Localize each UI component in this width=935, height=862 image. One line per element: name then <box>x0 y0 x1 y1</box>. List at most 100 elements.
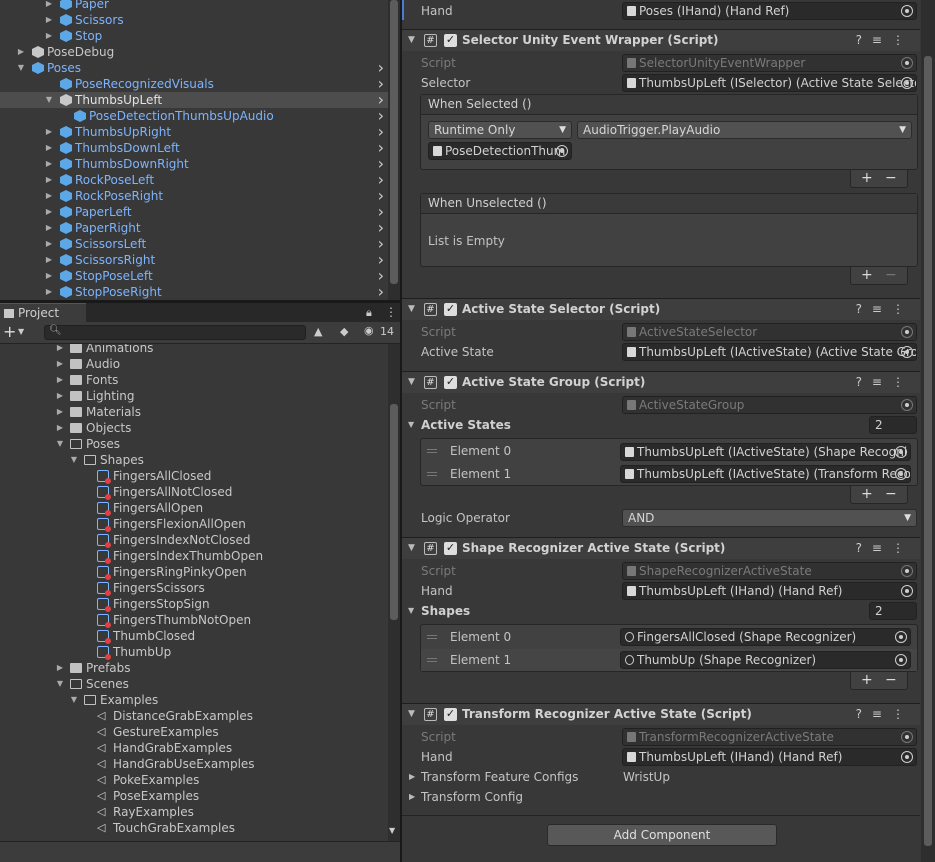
expand-arrow-icon[interactable]: ▶ <box>44 220 54 236</box>
expand-arrow-icon[interactable]: ▶ <box>55 388 65 404</box>
list-item[interactable]: FingersFlexionAllOpen <box>0 516 392 532</box>
fold-arrow-icon[interactable]: ▼ <box>408 30 415 51</box>
expand-arrow-icon[interactable]: ▶ <box>44 172 54 188</box>
hierarchy-scrollbar[interactable] <box>388 0 400 300</box>
active-state-field[interactable]: ThumbsUpLeft (IActiveState) (Active Stat… <box>622 343 917 361</box>
list-item[interactable]: FingersIndexNotClosed <box>0 532 392 548</box>
add-button[interactable]: + <box>861 170 873 186</box>
list-item[interactable]: FingersAllClosed <box>0 468 392 484</box>
enabled-checkbox[interactable]: ✓ <box>444 376 457 389</box>
expand-arrow-icon[interactable]: ▶ <box>44 204 54 220</box>
hierarchy-item[interactable]: ▶ PaperLeft › <box>0 204 400 220</box>
hierarchy-item[interactable]: ▶ RockPoseLeft › <box>0 172 400 188</box>
hand-field[interactable]: ThumbsUpLeft (IHand) (Hand Ref) <box>622 582 917 600</box>
expand-arrow-icon[interactable]: ▶ <box>55 404 65 420</box>
enabled-checkbox[interactable]: ✓ <box>444 542 457 555</box>
expand-arrow-icon[interactable]: ▶ <box>44 252 54 268</box>
expand-arrow-icon[interactable]: ▶ <box>16 44 26 60</box>
object-picker-icon[interactable] <box>895 631 907 643</box>
runtime-dropdown[interactable]: Runtime Only ▼ <box>428 121 572 139</box>
transform-feature-configs-label[interactable]: Transform Feature Configs <box>421 768 578 786</box>
list-item[interactable]: ▶ Audio <box>0 356 392 372</box>
active-states-fold-icon[interactable]: ▼ <box>408 420 414 429</box>
project-tab[interactable]: Project <box>0 303 86 322</box>
expand-arrow-icon[interactable]: ▶ <box>55 420 65 436</box>
hierarchy-item[interactable]: PoseRecognizedVisuals › <box>0 76 400 92</box>
list-item[interactable]: ▼ Examples <box>0 692 392 708</box>
add-button[interactable]: + <box>861 486 873 502</box>
hierarchy-item[interactable]: ▼ ThumbsUpLeft › <box>0 92 400 108</box>
list-item[interactable]: ◁ PokeExamples <box>0 772 392 788</box>
list-item[interactable]: FingersRingPinkyOpen <box>0 564 392 580</box>
list-item[interactable]: ◁ PoseExamples <box>0 788 392 804</box>
component-header-selector-wrapper[interactable]: ▼ # ✓ Selector Unity Event Wrapper (Scri… <box>402 29 920 51</box>
fold-arrow-icon[interactable]: ▼ <box>408 299 415 320</box>
more-options-icon[interactable]: ⋮ <box>385 305 397 319</box>
element-0-field[interactable]: ThumbsUpLeft (IActiveState) (Shape Recog… <box>620 443 911 461</box>
expand-arrow-icon[interactable]: ▶ <box>44 0 54 12</box>
list-item[interactable]: ▼ Poses <box>0 436 392 452</box>
expand-arrow-icon[interactable]: ▶ <box>55 344 65 356</box>
object-picker-icon[interactable] <box>895 446 907 458</box>
drag-handle-icon[interactable] <box>427 472 437 476</box>
hierarchy-item[interactable]: ▶ StopPoseLeft › <box>0 268 400 284</box>
list-item[interactable]: ▼ Shapes <box>0 452 392 468</box>
remove-button[interactable]: − <box>885 672 897 688</box>
list-item[interactable]: ▶ Materials <box>0 404 392 420</box>
expand-arrow-icon[interactable]: ▶ <box>44 188 54 204</box>
component-header-icons[interactable]: ?≡⋮ <box>856 704 914 725</box>
hierarchy-item[interactable]: ▶ StopPoseRight › <box>0 284 400 300</box>
fold-arrow-icon[interactable]: ▼ <box>408 704 415 725</box>
list-item[interactable]: ▶ Prefabs <box>0 660 392 676</box>
filter-by-type-icon[interactable]: ▲ <box>314 325 322 338</box>
hierarchy-item[interactable]: ▶ PaperRight › <box>0 220 400 236</box>
selector-field[interactable]: ThumbsUpLeft (ISelector) (Active State S… <box>622 74 917 92</box>
expand-arrow-icon[interactable]: ▶ <box>44 268 54 284</box>
add-button[interactable]: + <box>861 267 873 283</box>
shape-element-0-field[interactable]: FingersAllClosed (Shape Recognizer) <box>620 628 911 646</box>
remove-button[interactable]: − <box>885 486 897 502</box>
list-item[interactable]: ▶ Fonts <box>0 372 392 388</box>
fold-arrow-icon[interactable]: ▼ <box>69 692 79 708</box>
list-item[interactable]: ThumbUp <box>0 644 392 660</box>
list-item[interactable]: FingersStopSign <box>0 596 392 612</box>
expand-arrow-icon[interactable]: ▶ <box>44 12 54 28</box>
drag-handle-icon[interactable] <box>427 658 437 662</box>
list-item[interactable]: FingersAllNotClosed <box>0 484 392 500</box>
expand-arrow-icon[interactable]: ▶ <box>44 156 54 172</box>
fold-arrow-icon[interactable]: ▼ <box>16 60 26 76</box>
transform-config-label[interactable]: Transform Config <box>421 788 523 806</box>
shapes-count[interactable]: 2 <box>869 602 917 620</box>
chevron-down-icon[interactable]: ▼ <box>18 327 24 336</box>
open-prefab-chevron-icon[interactable]: › <box>378 284 384 300</box>
component-header-icons[interactable]: ?≡⋮ <box>856 538 914 559</box>
component-header-icons[interactable]: ?≡⋮ <box>856 30 914 51</box>
list-item[interactable]: ◁ TouchGrabExamples <box>0 820 392 836</box>
fold-arrow-icon[interactable]: ▼ <box>55 676 65 692</box>
top-hand-field[interactable]: Poses (IHand) (Hand Ref) <box>622 2 917 20</box>
object-picker-icon[interactable] <box>901 585 913 597</box>
hierarchy-item[interactable]: ▶ ScissorsRight › <box>0 252 400 268</box>
expand-arrow-icon[interactable]: ▶ <box>55 372 65 388</box>
list-item[interactable]: FingersThumbNotOpen <box>0 612 392 628</box>
drag-handle-icon[interactable] <box>427 635 437 639</box>
create-plus-button[interactable]: + <box>3 322 16 342</box>
list-item[interactable]: ThumbClosed <box>0 628 392 644</box>
object-picker-icon[interactable] <box>901 346 913 358</box>
component-header-shape-recognizer[interactable]: ▼ # ✓ Shape Recognizer Active State (Scr… <box>402 537 920 559</box>
object-picker-icon[interactable] <box>901 77 913 89</box>
scroll-down-arrow-icon[interactable]: ▼ <box>389 826 395 835</box>
hierarchy-item[interactable]: ▶ Paper <box>0 0 400 12</box>
fold-arrow-icon[interactable]: ▼ <box>44 92 54 108</box>
list-item[interactable]: ▶ Animations <box>0 344 392 356</box>
list-item[interactable]: FingersScissors <box>0 580 392 596</box>
list-item[interactable]: ◁ GestureExamples <box>0 724 392 740</box>
hierarchy-item[interactable]: ▶ ThumbsDownRight › <box>0 156 400 172</box>
expand-arrow-icon[interactable]: ▶ <box>44 140 54 156</box>
list-item[interactable]: FingersIndexThumbOpen <box>0 548 392 564</box>
fold-arrow-icon[interactable]: ▼ <box>55 436 65 452</box>
expand-arrow-icon[interactable]: ▶ <box>44 124 54 140</box>
object-picker-icon[interactable] <box>895 468 907 480</box>
lock-icon[interactable]: 🔒︎ <box>366 306 372 320</box>
active-states-count[interactable]: 2 <box>869 416 917 434</box>
